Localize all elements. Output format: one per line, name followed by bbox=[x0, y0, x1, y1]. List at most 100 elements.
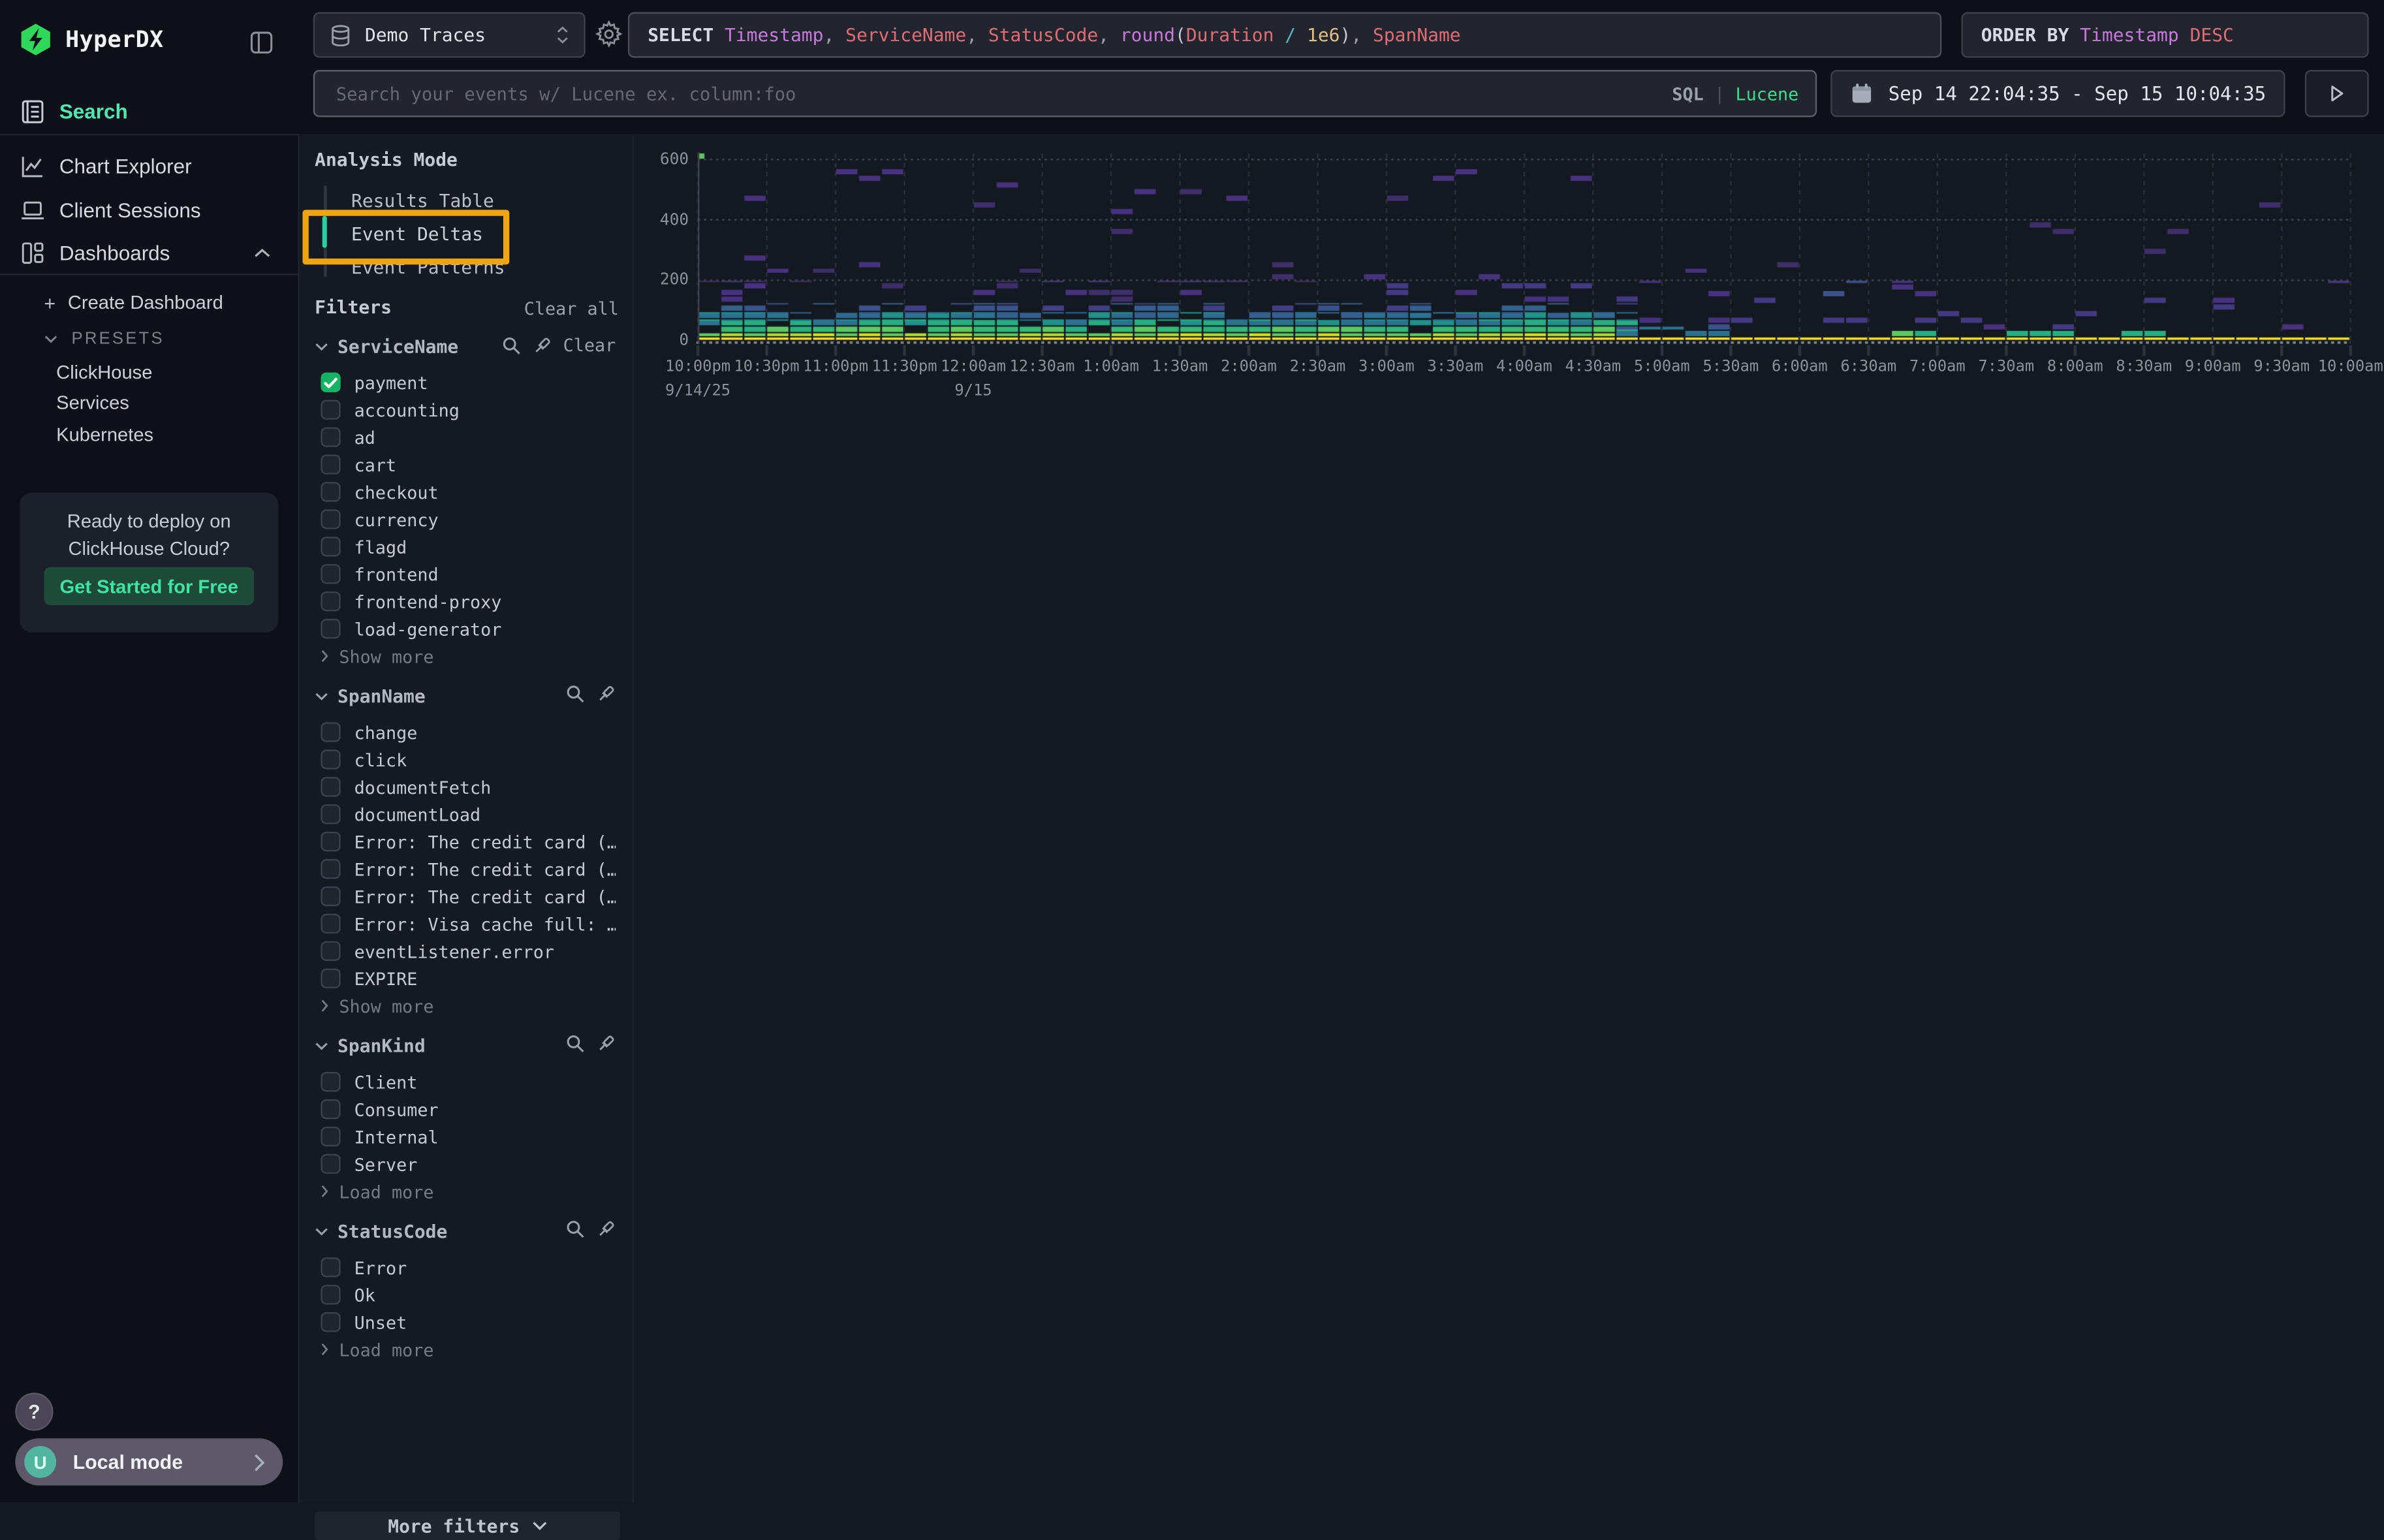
filter-group-title[interactable]: SpanName bbox=[337, 685, 426, 706]
chevron-down-icon[interactable] bbox=[315, 341, 328, 351]
search-bar[interactable]: SQL | Lucene bbox=[313, 70, 1817, 117]
checkbox[interactable] bbox=[321, 1127, 340, 1146]
filter-option-payment[interactable]: payment bbox=[321, 371, 428, 394]
checkbox[interactable] bbox=[321, 1072, 340, 1092]
checkbox[interactable] bbox=[321, 1099, 340, 1119]
filter-option-unset[interactable]: Unset bbox=[321, 1311, 407, 1334]
load-more-link[interactable]: Load more bbox=[321, 1340, 433, 1359]
get-started-button[interactable]: Get Started for Free bbox=[44, 567, 254, 605]
filter-option-eventlistener-error[interactable]: eventListener.error bbox=[321, 939, 554, 962]
search-input[interactable] bbox=[333, 82, 1672, 106]
checkbox[interactable] bbox=[321, 832, 340, 851]
load-more-link[interactable]: Load more bbox=[321, 1182, 433, 1201]
sidebar-item-dashboards[interactable]: Dashboards bbox=[0, 232, 298, 274]
clear-filter-button[interactable]: Clear bbox=[563, 334, 616, 356]
checkbox[interactable] bbox=[321, 427, 340, 447]
filter-option-frontend[interactable]: frontend bbox=[321, 563, 438, 586]
filter-option-ok[interactable]: Ok bbox=[321, 1283, 375, 1306]
checkbox-checked[interactable] bbox=[321, 373, 340, 392]
checkbox[interactable] bbox=[321, 509, 340, 529]
checkbox[interactable] bbox=[321, 482, 340, 501]
filter-option-frontend-proxy[interactable]: frontend-proxy bbox=[321, 590, 501, 613]
presets-toggle[interactable]: PRESETS bbox=[0, 322, 298, 356]
filter-option-checkout[interactable]: checkout bbox=[321, 480, 438, 503]
more-filters-button[interactable]: More filters bbox=[315, 1511, 620, 1540]
time-range-picker[interactable]: Sep 14 22:04:35 - Sep 15 10:04:35 bbox=[1830, 70, 2285, 117]
sql-select-editor[interactable]: SELECT Timestamp, ServiceName, StatusCod… bbox=[628, 12, 1941, 58]
checkbox[interactable] bbox=[321, 400, 340, 420]
sidebar-item-kubernetes[interactable]: Kubernetes bbox=[0, 418, 298, 451]
filter-option-ad[interactable]: ad bbox=[321, 426, 375, 448]
user-menu[interactable]: U Local mode bbox=[15, 1438, 283, 1485]
sidebar-item-client-sessions[interactable]: Client Sessions bbox=[0, 190, 298, 231]
filter-option-load-generator[interactable]: load-generator bbox=[321, 618, 501, 640]
sidebar-item-chart-explorer[interactable]: Chart Explorer bbox=[0, 146, 298, 187]
filter-option-documentfetch[interactable]: documentFetch bbox=[321, 776, 491, 798]
checkbox[interactable] bbox=[321, 1285, 340, 1304]
filter-option-client[interactable]: Client bbox=[321, 1071, 417, 1093]
checkbox[interactable] bbox=[321, 1257, 340, 1277]
order-by-editor[interactable]: ORDER BY Timestamp DESC bbox=[1962, 12, 2369, 58]
filter-option-error-visa-cache-full-[interactable]: Error: Visa cache full: … bbox=[321, 912, 616, 935]
checkbox[interactable] bbox=[321, 804, 340, 824]
source-select[interactable]: Demo Traces bbox=[313, 12, 586, 58]
help-button[interactable]: ? bbox=[15, 1392, 53, 1430]
source-settings-button[interactable] bbox=[595, 20, 623, 48]
filter-group-title[interactable]: ServiceName bbox=[337, 336, 458, 357]
query-language-toggle[interactable]: SQL | Lucene bbox=[1672, 83, 1798, 104]
chevron-down-icon[interactable] bbox=[315, 1226, 328, 1235]
checkbox[interactable] bbox=[321, 537, 340, 556]
filter-option-expire[interactable]: EXPIRE bbox=[321, 967, 417, 990]
show-more-link[interactable]: Show more bbox=[321, 646, 433, 666]
chevron-down-icon[interactable] bbox=[315, 1041, 328, 1050]
filter-option-error[interactable]: Error bbox=[321, 1256, 407, 1279]
analysis-mode-option-results-table[interactable]: Results Table bbox=[351, 190, 494, 214]
create-dashboard-button[interactable]: + Create Dashboard bbox=[0, 286, 298, 319]
checkbox[interactable] bbox=[321, 859, 340, 879]
show-more-link[interactable]: Show more bbox=[321, 996, 433, 1016]
pin-icon[interactable] bbox=[596, 1219, 616, 1239]
checkbox[interactable] bbox=[321, 722, 340, 742]
filter-option-documentload[interactable]: documentLoad bbox=[321, 803, 480, 826]
clear-all-button[interactable]: Clear all bbox=[524, 298, 619, 319]
checkbox[interactable] bbox=[321, 1312, 340, 1332]
run-query-button[interactable] bbox=[2305, 70, 2369, 117]
checkbox[interactable] bbox=[321, 749, 340, 769]
heatmap-canvas[interactable] bbox=[636, 134, 2384, 438]
sidebar-item-services[interactable]: Services bbox=[0, 386, 298, 420]
pin-icon[interactable] bbox=[533, 336, 552, 355]
filter-search-icon[interactable] bbox=[565, 1034, 585, 1054]
filter-option-currency[interactable]: currency bbox=[321, 508, 438, 531]
filter-group-title[interactable]: SpanKind bbox=[337, 1035, 426, 1056]
filter-option-consumer[interactable]: Consumer bbox=[321, 1098, 438, 1121]
filter-option-cart[interactable]: cart bbox=[321, 453, 396, 476]
collapse-sidebar-button[interactable] bbox=[246, 27, 277, 58]
checkbox[interactable] bbox=[321, 1154, 340, 1174]
pin-icon[interactable] bbox=[596, 684, 616, 704]
sidebar-item-clickhouse[interactable]: ClickHouse bbox=[0, 356, 298, 389]
filter-search-icon[interactable] bbox=[502, 336, 522, 355]
sql-mode-label[interactable]: SQL bbox=[1672, 83, 1703, 104]
filter-option-internal[interactable]: Internal bbox=[321, 1125, 438, 1148]
filter-option-error-the-credit-card-[interactable]: Error: The credit card (… bbox=[321, 858, 616, 881]
filter-option-error-the-credit-card-[interactable]: Error: The credit card (… bbox=[321, 830, 616, 853]
filter-search-icon[interactable] bbox=[565, 684, 585, 704]
checkbox[interactable] bbox=[321, 619, 340, 638]
lucene-mode-label[interactable]: Lucene bbox=[1736, 83, 1799, 104]
filter-option-accounting[interactable]: accounting bbox=[321, 398, 460, 421]
checkbox[interactable] bbox=[321, 914, 340, 934]
analysis-mode-option-event-patterns[interactable]: Event Patterns bbox=[351, 257, 505, 281]
checkbox[interactable] bbox=[321, 454, 340, 474]
filter-option-server[interactable]: Server bbox=[321, 1152, 417, 1175]
analysis-mode-option-event-deltas[interactable]: Event Deltas bbox=[351, 223, 483, 247]
checkbox[interactable] bbox=[321, 591, 340, 611]
filter-option-change[interactable]: change bbox=[321, 721, 417, 744]
filter-option-flagd[interactable]: flagd bbox=[321, 535, 407, 558]
checkbox[interactable] bbox=[321, 887, 340, 906]
filter-option-click[interactable]: click bbox=[321, 748, 407, 771]
checkbox[interactable] bbox=[321, 969, 340, 988]
sidebar-item-search[interactable]: Search bbox=[0, 91, 298, 133]
checkbox[interactable] bbox=[321, 941, 340, 961]
filter-option-error-the-credit-card-[interactable]: Error: The credit card (… bbox=[321, 885, 616, 908]
filter-search-icon[interactable] bbox=[565, 1219, 585, 1239]
